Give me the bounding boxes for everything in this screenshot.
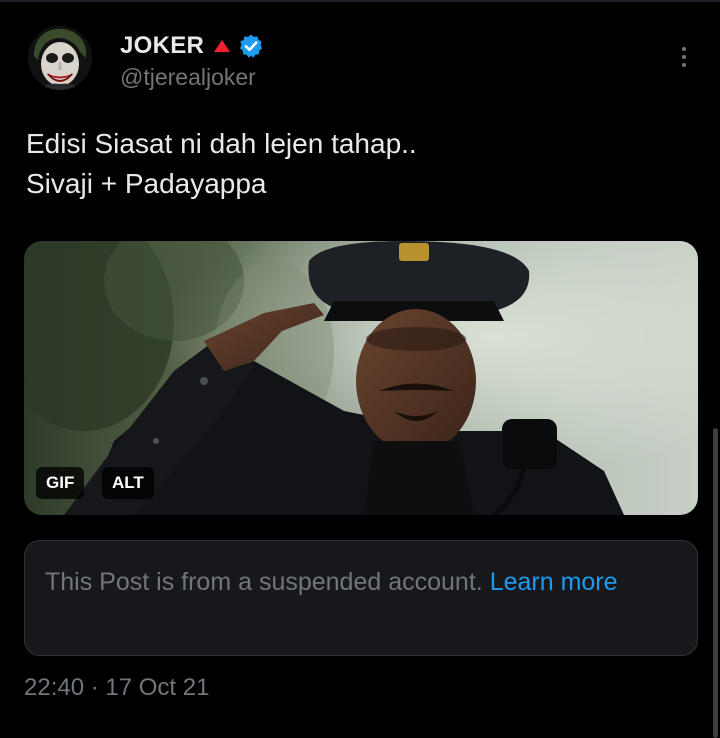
top-divider	[0, 0, 720, 2]
tweet-text: Edisi Siasat ni dah lejen tahap.. Sivaji…	[26, 124, 686, 204]
more-dot	[682, 47, 686, 51]
notice-text: This Post is from a suspended account.	[45, 568, 483, 596]
gif-badge[interactable]: GIF	[36, 467, 85, 499]
more-dot	[682, 63, 686, 67]
display-name[interactable]: JOKER	[120, 32, 204, 60]
author-name-row[interactable]: JOKER	[120, 30, 264, 62]
scrollbar[interactable]	[713, 428, 718, 738]
joker-avatar-icon	[28, 26, 92, 90]
tweet-line-2: Sivaji + Padayappa	[26, 168, 267, 199]
author-handle[interactable]: @tjerealjoker	[120, 64, 256, 91]
more-options-button[interactable]	[674, 42, 694, 72]
tweet-page: JOKER @tjerealjoker Edisi Siasat ni dah …	[0, 0, 720, 738]
avatar[interactable]	[28, 26, 92, 90]
tweet-line-1: Edisi Siasat ni dah lejen tahap..	[26, 128, 417, 159]
suspended-account-notice: This Post is from a suspended account. L…	[24, 540, 698, 656]
tweet-timestamp[interactable]: 22:40 · 17 Oct 21	[24, 674, 209, 702]
red-triangle-icon	[214, 40, 231, 52]
alt-text-badge[interactable]: ALT	[102, 467, 154, 499]
learn-more-link[interactable]: Learn more	[490, 568, 618, 596]
more-dot	[682, 55, 686, 59]
verified-badge-icon	[240, 34, 263, 58]
tweet-media-gif[interactable]: GIF ALT	[24, 241, 698, 515]
